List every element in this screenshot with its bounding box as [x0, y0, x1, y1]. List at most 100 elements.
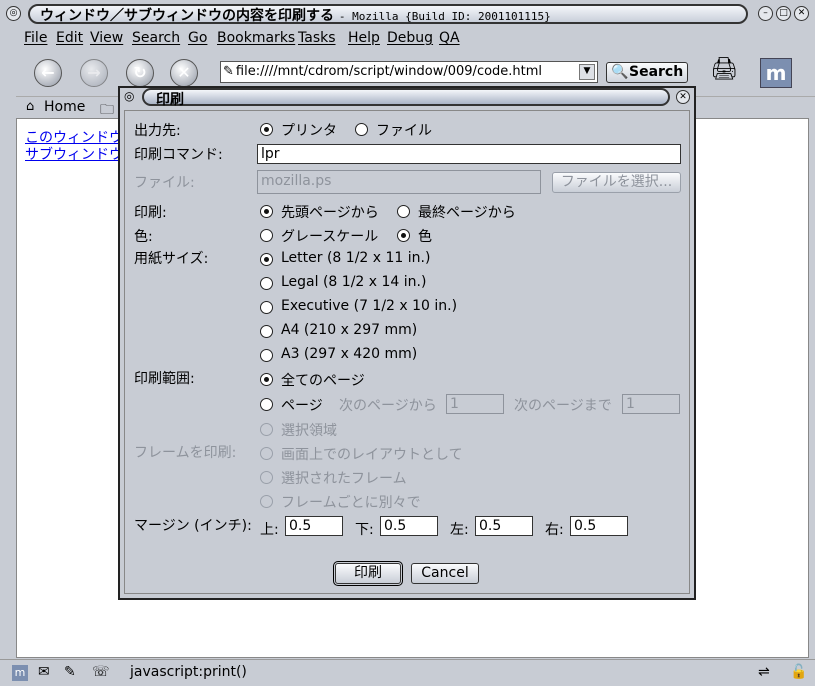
range-selection-label[interactable]: 選択領域 [281, 420, 337, 440]
paper-executive-radio[interactable] [260, 301, 273, 314]
range-label: 印刷範囲: [134, 371, 195, 387]
file-label: ファイル: [134, 175, 195, 191]
cancel-button[interactable]: Cancel [411, 563, 479, 584]
page-link-subwindow[interactable]: サブウィンドウ [25, 144, 123, 164]
color-label: 色: [134, 229, 153, 245]
status-bar: m ✉ ✎ ☏ javascript:print() ⇌ 🔓 [0, 659, 815, 686]
range-pages-label[interactable]: ページ [281, 395, 323, 415]
paper-legal-radio[interactable] [260, 277, 273, 290]
dialog-menu-icon[interactable]: ◎ [124, 89, 134, 103]
status-text: javascript:print() [130, 664, 247, 680]
margin-left-label: 左: [450, 522, 469, 538]
grayscale-radio[interactable] [260, 229, 273, 242]
margin-top-label: 上: [260, 522, 279, 538]
frames-separate-label[interactable]: フレームごとに別々で [281, 492, 421, 512]
close-icon[interactable]: ✕ [794, 6, 809, 21]
window-title: ウィンドウ／サブウィンドウの内容を印刷する [40, 8, 334, 24]
paper-legal-label[interactable]: Legal (8 1/2 x 14 in.) [281, 274, 426, 290]
page-icon: ✎ [223, 64, 234, 79]
menu-view[interactable]: View [90, 30, 123, 46]
print-command-input[interactable]: lpr [257, 144, 681, 164]
dialog-close-icon[interactable]: ✕ [676, 90, 690, 104]
url-field[interactable]: ✎ file:////mnt/cdrom/script/window/009/co… [220, 61, 598, 83]
paper-a3-label[interactable]: A3 (297 x 420 mm) [281, 346, 417, 362]
cmd-label: 印刷コマンド: [134, 147, 223, 163]
reload-icon[interactable]: ↻ [126, 59, 154, 87]
menu-bookmarks[interactable]: Bookmarks [217, 30, 295, 46]
dest-printer-label[interactable]: プリンタ [281, 120, 337, 140]
color-option-label[interactable]: 色 [418, 226, 432, 246]
menu-bar: File Edit View Search Go Bookmarks Tasks… [16, 28, 815, 50]
minimize-icon[interactable]: – [758, 6, 773, 21]
menu-search[interactable]: Search [132, 30, 180, 46]
margin-top-input[interactable]: 0.5 [285, 516, 343, 536]
paper-a4-radio[interactable] [260, 325, 273, 338]
range-selection-radio[interactable] [260, 423, 273, 436]
search-label: Search [629, 64, 684, 80]
lock-icon[interactable]: 🔓 [790, 664, 807, 680]
paper-a3-radio[interactable] [260, 349, 273, 362]
dialog-titlebar[interactable] [142, 88, 670, 106]
maximize-icon[interactable]: □ [776, 6, 791, 21]
dest-printer-radio[interactable] [260, 123, 273, 136]
dialog-title: 印刷 [156, 92, 184, 108]
choose-file-button[interactable]: ファイルを選択... [552, 172, 681, 193]
range-from-input[interactable]: 1 [446, 394, 504, 414]
paper-letter-radio[interactable] [260, 253, 273, 266]
order-last-radio[interactable] [397, 205, 410, 218]
menu-help[interactable]: Help [348, 30, 380, 46]
grayscale-label[interactable]: グレースケール [281, 226, 378, 246]
margin-left-input[interactable]: 0.5 [475, 516, 533, 536]
paper-label: 用紙サイズ: [134, 251, 209, 267]
search-icon: 🔍 [611, 64, 629, 80]
order-last-label[interactable]: 最終ページから [418, 202, 516, 222]
menu-debug[interactable]: Debug [387, 30, 433, 46]
mozilla-status-icon[interactable]: m [12, 665, 28, 681]
menu-edit[interactable]: Edit [56, 30, 83, 46]
frames-layout-radio[interactable] [260, 447, 273, 460]
print-icon[interactable]: 🖨 [710, 57, 738, 82]
range-all-label[interactable]: 全てのページ [281, 370, 365, 390]
search-button[interactable]: 🔍 Search [606, 62, 688, 83]
stop-icon[interactable]: ✕ [170, 59, 198, 87]
order-label: 印刷: [134, 205, 167, 221]
browser-title: ウィンドウ／サブウィンドウの内容を印刷する - Mozilla {Build I… [40, 5, 551, 25]
margin-right-input[interactable]: 0.5 [570, 516, 628, 536]
margin-bottom-label: 下: [355, 522, 374, 538]
url-dropdown-icon[interactable]: ▼ [579, 64, 595, 80]
connection-icon: ⇌ [758, 664, 770, 680]
dest-file-label[interactable]: ファイル [376, 120, 432, 140]
dest-label: 出力先: [134, 123, 181, 139]
range-to-input[interactable]: 1 [622, 394, 680, 414]
range-pages-radio[interactable] [260, 398, 273, 411]
forward-icon[interactable]: → [80, 59, 108, 87]
margin-bottom-input[interactable]: 0.5 [380, 516, 438, 536]
home-button[interactable]: Home [44, 99, 85, 115]
paper-letter-label[interactable]: Letter (8 1/2 x 11 in.) [281, 250, 430, 266]
menu-go[interactable]: Go [188, 30, 207, 46]
margin-right-label: 右: [545, 522, 564, 538]
back-icon[interactable]: ← [34, 59, 62, 87]
frames-selected-radio[interactable] [260, 471, 273, 484]
dest-file-radio[interactable] [355, 123, 368, 136]
window-menu-icon[interactable]: ◎ [6, 6, 21, 21]
range-all-radio[interactable] [260, 373, 273, 386]
paper-executive-label[interactable]: Executive (7 1/2 x 10 in.) [281, 298, 457, 314]
menu-qa[interactable]: QA [439, 30, 460, 46]
range-to-label: 次のページまで [514, 398, 612, 414]
color-radio[interactable] [397, 229, 410, 242]
order-first-label[interactable]: 先頭ページから [281, 202, 379, 222]
composer-icon[interactable]: ✎ [64, 664, 76, 680]
frames-layout-label[interactable]: 画面上でのレイアウトとして [281, 444, 463, 464]
frames-separate-radio[interactable] [260, 495, 273, 508]
mail-icon[interactable]: ✉ [38, 664, 50, 680]
addressbook-icon[interactable]: ☏ [92, 664, 110, 680]
paper-a4-label[interactable]: A4 (210 x 297 mm) [281, 322, 417, 338]
frames-selected-label[interactable]: 選択されたフレーム [281, 468, 407, 488]
file-path-input[interactable]: mozilla.ps [257, 170, 541, 194]
mozilla-logo-icon: m [760, 58, 792, 88]
order-first-radio[interactable] [260, 205, 273, 218]
menu-file[interactable]: File [24, 30, 47, 46]
menu-tasks[interactable]: Tasks [298, 30, 336, 46]
print-button[interactable]: 印刷 [333, 561, 403, 586]
